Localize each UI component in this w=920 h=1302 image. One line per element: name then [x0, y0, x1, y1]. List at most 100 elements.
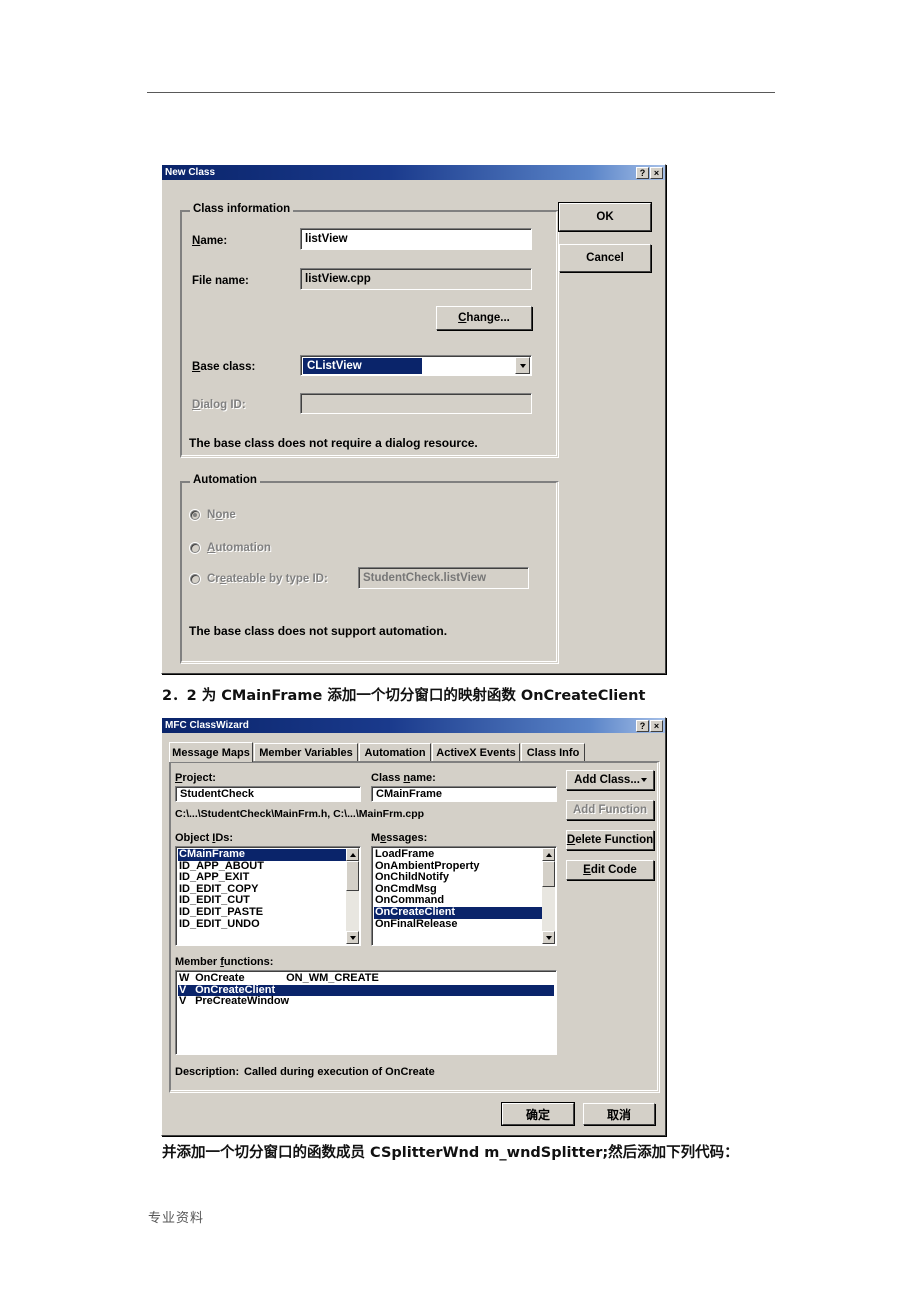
automation-radio-createable[interactable]	[190, 574, 200, 584]
base-class-label: Base class:	[192, 361, 256, 373]
help-icon[interactable]: ?	[636, 166, 649, 179]
page-footer: 专业资料	[148, 1211, 205, 1226]
list-item[interactable]: ID_EDIT_COPY	[178, 884, 346, 896]
base-class-value: CListView	[302, 356, 423, 375]
automation-label: Automation	[190, 474, 260, 486]
list-item[interactable]: ID_EDIT_CUT	[178, 895, 346, 907]
tab-member-variables[interactable]: Member Variables	[254, 743, 358, 761]
list-item[interactable]: ID_APP_ABOUT	[178, 861, 346, 873]
automation-note: The base class does not support automati…	[189, 624, 448, 638]
list-item[interactable]: OnChildNotify	[374, 872, 542, 884]
delete-function-button[interactable]: Delete Function	[566, 830, 654, 850]
object-ids-rows: CMainFrame ID_APP_ABOUT ID_APP_EXIT ID_E…	[178, 849, 346, 930]
automation-option-createable-label: Createable by type ID:	[207, 573, 328, 585]
list-item[interactable]: OnAmbientProperty	[374, 861, 542, 873]
scrollbar-thumb[interactable]	[542, 861, 555, 887]
list-item[interactable]: OnCommand	[374, 895, 542, 907]
member-functions-label: Member functions:	[175, 956, 274, 968]
tab-automation[interactable]: Automation	[359, 743, 431, 761]
object-ids-label: Object IDs:	[175, 832, 234, 844]
help-icon[interactable]: ?	[636, 719, 649, 732]
ok-button[interactable]: OK	[559, 203, 651, 231]
file-paths-text: C:\...\StudentCheck\MainFrm.h, C:\...\Ma…	[175, 808, 425, 820]
file-name-display: listView.cpp	[300, 268, 532, 290]
tab-class-info[interactable]: Class Info	[521, 743, 585, 761]
list-item[interactable]: OnFinalRelease	[374, 919, 542, 931]
description-value: Called during execution of OnCreate	[244, 1066, 435, 1078]
member-name: OnCreateClient	[195, 984, 276, 996]
file-name-label: File name:	[192, 275, 249, 287]
cancel-button[interactable]: 取消	[583, 1103, 655, 1125]
automation-option-none-label: None	[207, 509, 236, 521]
messages-listbox[interactable]: LoadFrame OnAmbientProperty OnChildNotif…	[371, 846, 557, 946]
chevron-down-icon[interactable]	[641, 778, 647, 782]
tab-activex-events[interactable]: ActiveX Events	[432, 743, 520, 761]
automation-radio-none[interactable]	[190, 510, 200, 520]
classwizard-titlebar: MFC ClassWizard ? ×	[162, 718, 665, 733]
automation-option-automation-label: Automation	[207, 542, 271, 554]
list-item[interactable]: LoadFrame	[374, 849, 542, 861]
member-kind: V	[179, 984, 187, 996]
member-functions-listbox[interactable]: W OnCreate ON_WM_CREATE V OnCreateClient…	[175, 970, 557, 1055]
classwizard-tabstrip: Message Maps Member Variables Automation…	[169, 742, 660, 762]
list-item[interactable]: W OnCreate ON_WM_CREATE	[178, 973, 554, 985]
member-message: ON_WM_CREATE	[286, 973, 379, 984]
messages-label: Messages:	[371, 832, 428, 844]
scroll-up-icon[interactable]	[346, 848, 359, 861]
member-kind: W	[179, 973, 190, 984]
close-icon[interactable]: ×	[650, 166, 663, 179]
base-class-combo[interactable]: CListView	[300, 355, 532, 376]
scroll-down-icon[interactable]	[346, 931, 359, 944]
doc-paragraph-1: 2．2 为 CMainFrame 添加一个切分窗口的映射函数 OnCreateC…	[162, 688, 646, 704]
add-class-label: Add Class...	[574, 774, 640, 786]
ok-button[interactable]: 确定	[502, 1103, 574, 1125]
class-information-label: Class information	[190, 203, 294, 215]
edit-code-button[interactable]: Edit Code	[566, 860, 654, 880]
add-class-button[interactable]: Add Class...	[566, 770, 654, 790]
member-functions-rows: W OnCreate ON_WM_CREATE V OnCreateClient…	[178, 973, 554, 1008]
object-ids-listbox[interactable]: CMainFrame ID_APP_ABOUT ID_APP_EXIT ID_E…	[175, 846, 361, 946]
base-class-chevron-down-icon[interactable]	[515, 357, 530, 374]
project-combo[interactable]: StudentCheck	[175, 786, 361, 802]
new-class-titlebar: New Class ? ×	[162, 165, 665, 180]
list-item[interactable]: ID_APP_EXIT	[178, 872, 346, 884]
list-item[interactable]: OnCmdMsg	[374, 884, 542, 896]
member-kind: V	[179, 996, 187, 1008]
project-label: Project:	[175, 772, 216, 784]
dialog-id-label: Dialog ID:	[192, 399, 246, 411]
list-item[interactable]: ID_EDIT_UNDO	[178, 919, 346, 931]
messages-rows: LoadFrame OnAmbientProperty OnChildNotif…	[374, 849, 542, 930]
classwizard-title: MFC ClassWizard	[165, 720, 249, 731]
name-label: Name:	[192, 235, 228, 247]
scroll-up-icon[interactable]	[542, 848, 555, 861]
messages-scrollbar[interactable]	[542, 848, 555, 944]
change-button[interactable]: Change...	[436, 306, 532, 330]
type-id-input: StudentCheck.listView	[358, 567, 529, 589]
description-label: Description:	[175, 1066, 240, 1078]
list-item[interactable]: ID_EDIT_PASTE	[178, 907, 346, 919]
scrollbar-thumb[interactable]	[346, 861, 359, 891]
automation-radio-automation[interactable]	[190, 543, 200, 553]
list-item[interactable]: CMainFrame	[178, 849, 346, 861]
new-class-dialog: New Class ? × Class information Name: li…	[161, 164, 666, 674]
header-rule	[147, 92, 775, 93]
list-item[interactable]: V PreCreateWindow	[178, 996, 554, 1008]
tab-message-maps[interactable]: Message Maps	[169, 742, 253, 762]
object-ids-scrollbar[interactable]	[346, 848, 359, 944]
base-class-note: The base class does not require a dialog…	[189, 436, 478, 450]
cancel-button[interactable]: Cancel	[559, 244, 651, 272]
document-page: New Class ? × Class information Name: li…	[0, 0, 920, 1302]
scroll-down-icon[interactable]	[542, 931, 555, 944]
mfc-classwizard-dialog: MFC ClassWizard ? × Message Maps Member …	[161, 717, 666, 1136]
dialog-id-combo	[300, 393, 532, 414]
name-input[interactable]: listView	[300, 228, 532, 250]
class-name-combo[interactable]: CMainFrame	[371, 786, 557, 802]
new-class-title: New Class	[165, 167, 216, 178]
list-item[interactable]: OnCreateClient	[374, 906, 542, 919]
member-name: PreCreateWindow	[195, 996, 290, 1008]
close-icon[interactable]: ×	[650, 719, 663, 732]
class-name-label: Class name:	[371, 772, 436, 784]
doc-paragraph-2: 并添加一个切分窗口的函数成员 CSplitterWnd m_wndSplitte…	[162, 1145, 739, 1161]
list-item[interactable]: V OnCreateClient	[178, 984, 554, 997]
add-function-button: Add Function	[566, 800, 654, 820]
